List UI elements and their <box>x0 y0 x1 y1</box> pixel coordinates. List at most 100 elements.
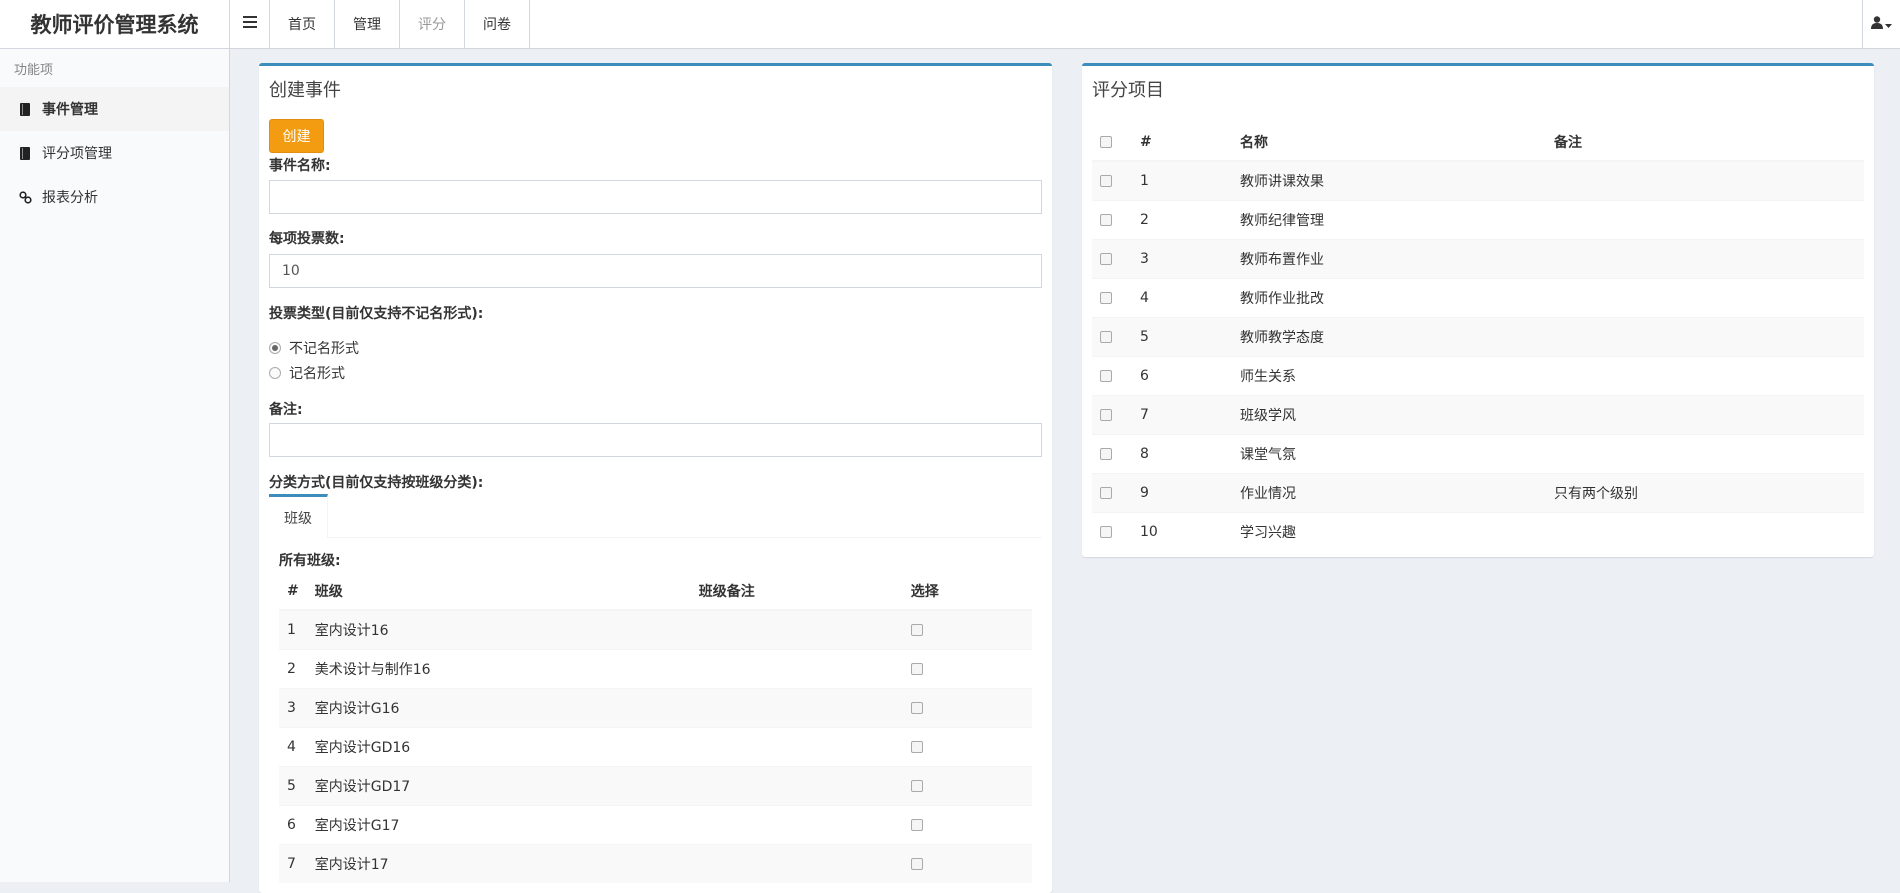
cell-select <box>902 804 1032 844</box>
cell-name: 教师作业批改 <box>1232 277 1546 317</box>
cell-name: 学习兴趣 <box>1232 511 1546 551</box>
nav-item-score[interactable]: 评分 <box>400 0 465 48</box>
cell-remark: 只有两个级别 <box>1546 472 1864 512</box>
select-checkbox[interactable] <box>910 779 923 792</box>
tab-class[interactable]: 班级 <box>269 494 328 538</box>
cell-class-name: 室内设计17 <box>306 843 691 883</box>
votes-per-item-input[interactable]: 10 <box>269 254 1042 288</box>
cell-remark <box>1546 511 1864 551</box>
cell-remark <box>1546 316 1864 356</box>
cell-remark <box>1546 199 1864 239</box>
link-icon <box>18 190 32 204</box>
vote-type-anonymous-option[interactable]: 不记名形式 <box>269 338 359 358</box>
cell-no: 3 <box>279 687 307 727</box>
cell-class-name: 室内设计GD16 <box>306 726 691 766</box>
select-checkbox[interactable] <box>910 740 923 753</box>
row-checkbox[interactable] <box>1100 330 1112 343</box>
hamburger-icon <box>243 16 257 32</box>
cell-class-remark <box>690 648 903 688</box>
top-nav: 首页 管理 评分 问卷 <box>270 0 530 48</box>
table-row: 3 室内设计G16 <box>279 687 1032 727</box>
sidebar-header: 功能项 <box>14 62 54 78</box>
vote-type-named-option[interactable]: 记名形式 <box>269 363 345 383</box>
cell-no: 5 <box>1132 316 1232 356</box>
cell-class-name: 室内设计G17 <box>306 804 691 844</box>
event-name-input[interactable] <box>269 180 1042 214</box>
cell-class-name: 美术设计与制作16 <box>306 648 691 688</box>
select-checkbox[interactable] <box>910 701 923 714</box>
app-title[interactable]: 教师评价管理系统 <box>0 0 230 48</box>
cell-remark <box>1546 277 1864 317</box>
cell-select <box>1092 394 1132 434</box>
cell-select <box>1092 277 1132 317</box>
cell-select <box>1092 160 1132 200</box>
row-checkbox[interactable] <box>1100 213 1112 226</box>
column-header-class-remark: 班级备注 <box>690 572 903 611</box>
cell-select <box>902 609 1032 649</box>
column-header-no: # <box>279 572 307 611</box>
book-icon <box>18 146 32 160</box>
sidebar: 功能项 事件管理 评分项管理 报表分析 <box>0 49 230 882</box>
row-checkbox[interactable] <box>1100 486 1112 499</box>
row-checkbox[interactable] <box>1100 174 1112 187</box>
cell-name: 教师纪律管理 <box>1232 199 1546 239</box>
panel-title: 评分项目 <box>1092 80 1164 101</box>
radio-label: 不记名形式 <box>289 341 359 357</box>
row-checkbox[interactable] <box>1100 447 1112 460</box>
remark-input[interactable] <box>269 423 1042 457</box>
cell-name: 师生关系 <box>1232 355 1546 395</box>
top-navbar: 教师评价管理系统 首页 管理 评分 问卷 <box>0 0 1900 49</box>
cell-no: 5 <box>279 765 307 805</box>
cell-name: 教师讲课效果 <box>1232 160 1546 200</box>
sidebar-item-label: 评分项管理 <box>42 146 112 162</box>
select-checkbox[interactable] <box>910 623 923 636</box>
create-event-panel: 创建事件 创建 事件名称: 每项投票数: 10 投票类型(目前仅支持不记名形式)… <box>259 63 1052 893</box>
cell-name: 班级学风 <box>1232 394 1546 434</box>
cell-select <box>1092 199 1132 239</box>
nav-item-survey[interactable]: 问卷 <box>465 0 530 48</box>
table-row: 4 教师作业批改 <box>1092 277 1864 317</box>
select-checkbox[interactable] <box>910 818 923 831</box>
table-row: 1 室内设计16 <box>279 609 1032 649</box>
cell-no: 7 <box>1132 394 1232 434</box>
cell-select <box>1092 511 1132 551</box>
cell-no: 1 <box>1132 160 1232 200</box>
cell-no: 6 <box>1132 355 1232 395</box>
row-checkbox[interactable] <box>1100 525 1112 538</box>
user-menu-button[interactable] <box>1862 0 1900 48</box>
row-checkbox[interactable] <box>1100 369 1112 382</box>
sidebar-item-event-management[interactable]: 事件管理 <box>0 87 229 131</box>
cell-no: 9 <box>1132 472 1232 512</box>
remark-label: 备注: <box>269 402 303 418</box>
event-name-label: 事件名称: <box>269 158 331 174</box>
sidebar-item-report-analysis[interactable]: 报表分析 <box>0 175 229 219</box>
select-all-checkbox[interactable] <box>1100 135 1112 148</box>
row-checkbox[interactable] <box>1100 408 1112 421</box>
cell-select <box>902 648 1032 688</box>
radio-anonymous[interactable] <box>269 342 281 354</box>
radio-named[interactable] <box>269 367 281 379</box>
nav-item-manage[interactable]: 管理 <box>335 0 400 48</box>
cell-no: 2 <box>279 648 307 688</box>
sidebar-item-label: 报表分析 <box>42 190 98 206</box>
cell-class-name: 室内设计16 <box>306 609 691 649</box>
table-header-row: # 班级 班级备注 选择 <box>279 572 1032 611</box>
cell-class-remark <box>690 609 903 649</box>
table-row: 2 教师纪律管理 <box>1092 199 1864 239</box>
menu-toggle-button[interactable] <box>231 0 270 48</box>
cell-select <box>902 687 1032 727</box>
cell-no: 8 <box>1132 433 1232 473</box>
user-icon <box>1871 15 1883 33</box>
table-header-row: # 名称 备注 <box>1092 123 1864 162</box>
table-row: 8 课堂气氛 <box>1092 433 1864 473</box>
cell-select <box>1092 433 1132 473</box>
nav-item-home[interactable]: 首页 <box>270 0 335 48</box>
table-row: 4 室内设计GD16 <box>279 726 1032 766</box>
select-checkbox[interactable] <box>910 662 923 675</box>
row-checkbox[interactable] <box>1100 291 1112 304</box>
panel-title: 创建事件 <box>269 80 341 101</box>
row-checkbox[interactable] <box>1100 252 1112 265</box>
select-checkbox[interactable] <box>910 857 923 870</box>
sidebar-item-rating-items[interactable]: 评分项管理 <box>0 131 229 175</box>
create-button[interactable]: 创建 <box>269 119 324 153</box>
